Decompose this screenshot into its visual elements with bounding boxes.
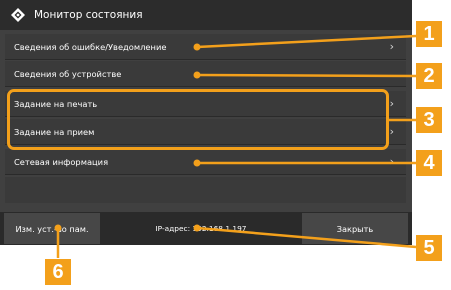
callout-badge-5: 5: [416, 235, 442, 261]
callout-badge-2: 2: [416, 63, 442, 89]
callout-group-outline: [7, 89, 389, 150]
callout-badge-6: 6: [45, 259, 71, 285]
callout-badge-4: 4: [416, 150, 442, 176]
callout-badge-1: 1: [416, 21, 442, 47]
callout-badge-3: 3: [416, 107, 442, 133]
